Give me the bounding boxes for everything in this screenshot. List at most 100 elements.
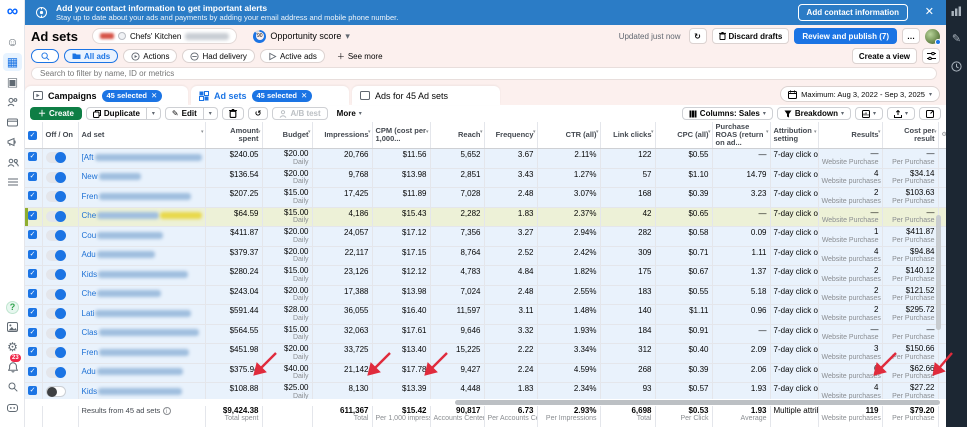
col-off-on[interactable]: Off / On [42,122,78,149]
row-checkbox[interactable]: ✓ [28,172,37,181]
pages-icon[interactable]: ▣ [0,72,25,92]
edit-pencil-icon[interactable]: ✎ [952,32,961,45]
table-row[interactable]: ✓ Kids $280.24 $15.00Daily 23,126 $12.12… [25,266,946,286]
table-row[interactable]: ✓ Fren $207.25 $15.00Daily 17,425 $11.89… [25,188,946,208]
row-toggle[interactable] [46,230,66,241]
row-checkbox[interactable]: ✓ [28,289,37,298]
billing-icon[interactable] [0,112,25,132]
filter-actions[interactable]: Actions [123,49,177,63]
help-icon[interactable]: ? [0,297,25,317]
row-toggle[interactable] [46,328,66,339]
ad-set-name-link[interactable]: Kids [82,270,98,279]
ad-set-name-link[interactable]: Clas [82,328,98,337]
promotions-megaphone-icon[interactable] [0,132,25,152]
export-button[interactable]: ▾ [887,107,915,120]
delete-button[interactable] [222,107,244,120]
opportunity-score[interactable]: 90 Opportunity score ▾ [253,30,350,43]
row-checkbox[interactable]: ✓ [28,347,37,356]
review-publish-button[interactable]: Review and publish (7) [794,28,897,44]
row-checkbox[interactable]: ✓ [28,269,37,278]
ad-set-name-link[interactable]: Adu [82,367,96,376]
row-toggle[interactable] [46,347,66,358]
row-checkbox[interactable]: ✓ [28,250,37,259]
table-settings-gear-icon[interactable]: ⚙ [938,122,946,149]
duplicate-button[interactable]: Duplicate [86,107,147,120]
account-selector[interactable]: Chefs' Kitchen [92,28,237,44]
col-attribution[interactable]: Attribution setting▾ [770,122,818,149]
row-checkbox[interactable]: ✓ [28,328,37,337]
filter-see-more[interactable]: ＋ See more [330,49,390,63]
view-settings-icon[interactable] [922,48,940,64]
media-library-icon[interactable] [0,317,25,337]
ad-set-name-link[interactable]: New [82,172,98,181]
ad-set-name-link[interactable]: Lati [82,309,95,318]
filter-had-delivery[interactable]: Had delivery [182,49,254,63]
row-toggle[interactable] [46,191,66,202]
history-clock-icon[interactable] [951,61,962,72]
col-cpm[interactable]: CPM (cost per 1,000...▾ [372,122,430,149]
ad-set-name-link[interactable]: Adu [82,250,96,259]
clear-selection-icon[interactable]: ✕ [301,91,307,100]
account-settings-icon[interactable] [0,92,25,112]
table-row[interactable]: ✓ [Aft $240.05 $20.00Daily 20,766 $11.56… [25,149,946,169]
col-cpc[interactable]: CPC (all)▾ [655,122,712,149]
row-toggle[interactable] [46,250,66,261]
home-icon[interactable]: ☺ [0,32,25,52]
expand-button[interactable] [919,107,941,120]
profile-avatar[interactable] [925,29,940,44]
select-all-checkbox[interactable]: ✓ [28,131,37,140]
duplicate-caret-button[interactable]: ▾ [147,107,161,120]
row-checkbox[interactable]: ✓ [28,367,37,376]
row-toggle[interactable] [46,386,66,397]
create-view-button[interactable]: Create a view [852,48,917,64]
row-checkbox[interactable]: ✓ [28,386,37,395]
edit-caret-button[interactable]: ▾ [204,107,218,120]
discard-drafts-button[interactable]: Discard drafts [712,28,790,44]
meta-logo-icon[interactable]: ∞ [0,0,25,24]
ad-set-name-link[interactable]: Cou [82,231,97,240]
filter-active-ads[interactable]: Active ads [260,49,325,63]
row-toggle[interactable] [46,211,66,222]
reports-button[interactable]: ▾ [855,107,883,120]
ads-manager-icon[interactable]: ▦ [0,52,25,72]
breakdown-button[interactable]: Breakdown▾ [777,107,851,120]
col-purchase-roas[interactable]: Purchase ROAS (return on ad...▾ [712,122,770,149]
clear-selection-icon[interactable]: ✕ [151,91,157,100]
col-frequency[interactable]: Frequency▾ [484,122,537,149]
ab-test-button[interactable]: A/B test [272,107,327,120]
all-tools-menu-icon[interactable] [0,172,25,192]
row-toggle[interactable] [46,152,66,163]
table-row[interactable]: ✓ Clas $564.55 $15.00Daily 32,063 $17.61… [25,324,946,344]
row-checkbox[interactable]: ✓ [28,230,37,239]
tab-ads[interactable]: Ads for 45 Ad sets [352,86,500,105]
create-button[interactable]: ＋ Create [30,107,82,120]
date-range-picker[interactable]: Maximum: Aug 3, 2022 - Sep 3, 2025 ▾ [780,86,940,102]
horizontal-scrollbar[interactable] [25,399,946,406]
table-row[interactable]: ✓ Fren $451.98 $20.00Daily 33,725 $13.40… [25,344,946,364]
table-row[interactable]: ✓ Adu $375.94 $40.00Daily 21,142 $17.78 … [25,363,946,383]
col-ad-set[interactable]: Ad set▾ [78,122,205,149]
col-cost-per-result[interactable]: Cost per result▾ [882,122,938,149]
edit-button[interactable]: ✎ Edit [165,107,204,120]
refresh-button[interactable]: ↻ [689,28,707,44]
ad-set-name-link[interactable]: Fren [82,192,98,201]
col-reach[interactable]: Reach▾ [430,122,484,149]
row-toggle[interactable] [46,269,66,280]
col-impressions[interactable]: Impressions▾ [312,122,372,149]
row-checkbox[interactable]: ✓ [28,191,37,200]
row-toggle[interactable] [46,172,66,183]
more-options-button[interactable]: … [902,28,920,44]
table-row[interactable]: ✓ Lati $591.44 $28.00Daily 36,055 $16.40… [25,305,946,325]
col-link-clicks[interactable]: Link clicks▾ [600,122,655,149]
filter-search-button[interactable] [31,49,59,63]
audiences-icon[interactable] [0,152,25,172]
undo-button[interactable]: ↺ [248,107,269,120]
col-amount-spent[interactable]: Amount spent▾ [205,122,262,149]
banner-close-icon[interactable]: ✕ [925,5,934,18]
col-budget[interactable]: Budget▾ [262,122,312,149]
filter-all-ads[interactable]: All ads [64,49,118,63]
ad-set-name-link[interactable]: Kids [82,387,98,396]
ad-set-name-link[interactable]: [Aft [82,153,94,162]
search-icon[interactable] [0,377,25,397]
ad-set-name-link[interactable]: Che [82,289,97,298]
